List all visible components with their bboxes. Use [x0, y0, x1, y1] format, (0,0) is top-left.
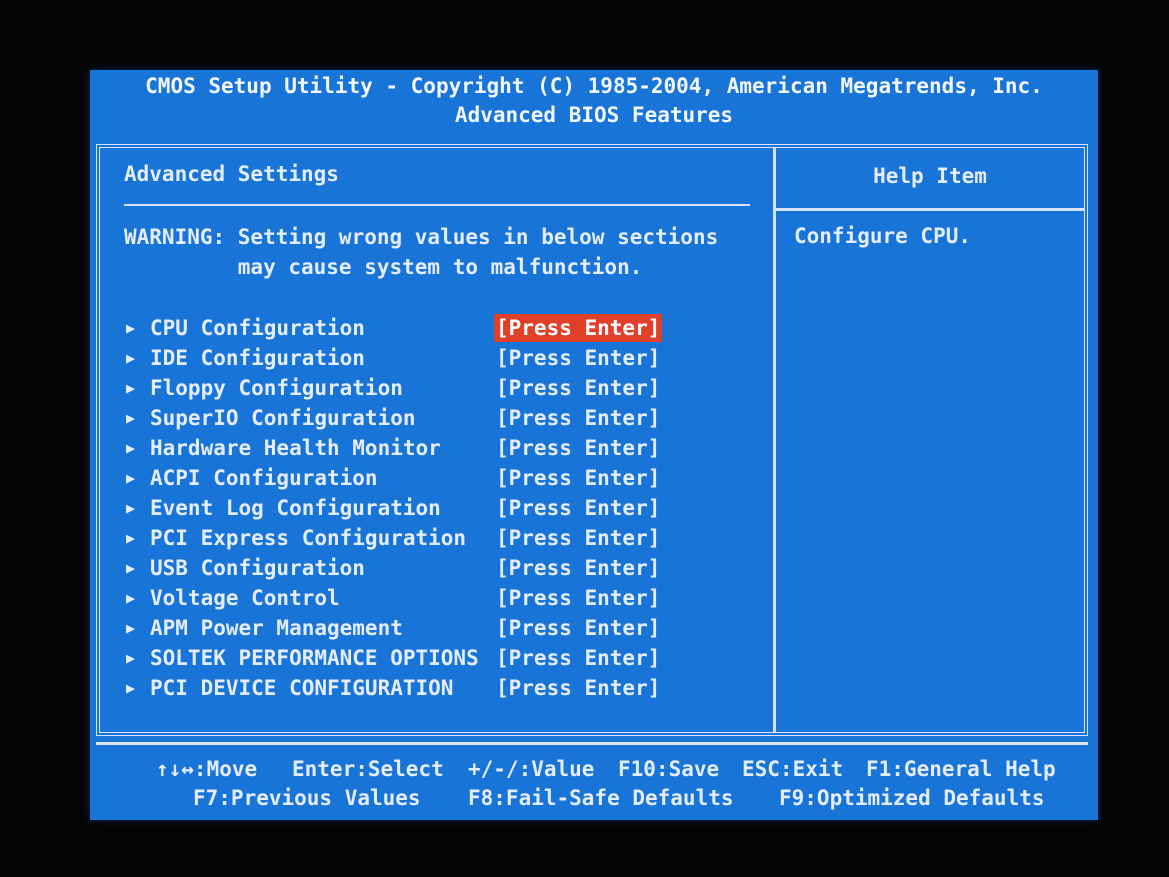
key-select: Enter:Select [292, 757, 444, 781]
press-enter-button[interactable]: [Press Enter] [494, 524, 662, 552]
press-enter-button[interactable]: [Press Enter] [494, 644, 662, 672]
key-failsafe-defaults: F8:Fail-Safe Defaults [468, 786, 734, 810]
submenu-item-label: USB Configuration [150, 556, 365, 580]
press-enter-button[interactable]: [Press Enter] [494, 614, 662, 642]
key-save: F10:Save [618, 757, 720, 781]
press-enter-button[interactable]: [Press Enter] [494, 404, 662, 432]
bios-screen: CMOS Setup Utility - Copyright (C) 1985-… [90, 70, 1098, 820]
section-divider [124, 204, 750, 206]
title-bar: CMOS Setup Utility - Copyright (C) 1985-… [90, 70, 1098, 130]
submenu-item[interactable]: ▶ Hardware Health Monitor [Press Enter] [124, 433, 744, 463]
submenu-arrow-icon: ▶ [126, 679, 136, 697]
submenu-item-label: IDE Configuration [150, 346, 365, 370]
section-title: Advanced Settings [124, 162, 339, 186]
help-divider [776, 208, 1084, 211]
press-enter-button[interactable]: [Press Enter] [494, 494, 662, 522]
submenu-item[interactable]: ▶ PCI Express Configuration [Press Enter] [124, 523, 744, 553]
submenu-item-label: Voltage Control [150, 586, 340, 610]
submenu-arrow-icon: ▶ [126, 439, 136, 457]
key-general-help: F1:General Help [866, 757, 1056, 781]
submenu-item[interactable]: ▶ PCI DEVICE CONFIGURATION [Press Enter] [124, 673, 744, 703]
submenu-arrow-icon: ▶ [126, 469, 136, 487]
help-text: Configure CPU. [794, 224, 972, 248]
submenu-item[interactable]: ▶ SOLTEK PERFORMANCE OPTIONS [Press Enter] [124, 643, 744, 673]
submenu-arrow-icon: ▶ [126, 649, 136, 667]
submenu-item[interactable]: ▶ CPU Configuration [Press Enter] [124, 313, 744, 343]
submenu-arrow-icon: ▶ [126, 349, 136, 367]
page-title: Advanced BIOS Features [454, 103, 734, 127]
submenu-item[interactable]: ▶ Voltage Control [Press Enter] [124, 583, 744, 613]
press-enter-button-selected[interactable]: [Press Enter] [494, 314, 663, 342]
submenu-arrow-icon: ▶ [126, 619, 136, 637]
press-enter-button[interactable]: [Press Enter] [494, 464, 662, 492]
key-value: +/-/:Value [468, 757, 595, 781]
submenu-item[interactable]: ▶ ACPI Configuration [Press Enter] [124, 463, 744, 493]
submenu-arrow-icon: ▶ [126, 409, 136, 427]
submenu-item-label: PCI Express Configuration [150, 526, 467, 550]
submenu-arrow-icon: ▶ [126, 379, 136, 397]
submenu-item[interactable]: ▶ IDE Configuration [Press Enter] [124, 343, 744, 373]
submenu-item[interactable]: ▶ Event Log Configuration [Press Enter] [124, 493, 744, 523]
submenu-arrow-icon: ▶ [126, 499, 136, 517]
key-exit: ESC:Exit [742, 757, 844, 781]
submenu-arrow-icon: ▶ [126, 589, 136, 607]
submenu-arrow-icon: ▶ [126, 529, 136, 547]
submenu-list: ▶ CPU Configuration [Press Enter] ▶ IDE Conf… [124, 313, 744, 703]
press-enter-button[interactable]: [Press Enter] [494, 434, 662, 462]
submenu-item[interactable]: ▶ Floppy Configuration [Press Enter] [124, 373, 744, 403]
press-enter-button[interactable]: [Press Enter] [494, 584, 662, 612]
settings-pane: Advanced Settings WARNING: Setting wrong… [100, 148, 776, 732]
key-legend: ↑↓↔:Move Enter:Select +/-/:Value F10:Sav… [96, 742, 1088, 814]
press-enter-button[interactable]: [Press Enter] [494, 554, 662, 582]
submenu-item-label: SuperIO Configuration [150, 406, 416, 430]
key-previous-values: F7:Previous Values [193, 786, 421, 810]
submenu-item-label: Floppy Configuration [150, 376, 403, 400]
submenu-item[interactable]: ▶ SuperIO Configuration [Press Enter] [124, 403, 744, 433]
submenu-arrow-icon: ▶ [126, 319, 136, 337]
key-move: ↑↓↔:Move [156, 757, 258, 781]
submenu-item[interactable]: ▶ APM Power Management [Press Enter] [124, 613, 744, 643]
submenu-item-label: PCI DEVICE CONFIGURATION [150, 676, 454, 700]
press-enter-button[interactable]: [Press Enter] [494, 374, 662, 402]
press-enter-button[interactable]: [Press Enter] [494, 674, 662, 702]
help-title: Help Item [873, 164, 987, 188]
submenu-item-label: APM Power Management [150, 616, 403, 640]
warning-text: WARNING: Setting wrong values in below s… [124, 222, 718, 282]
submenu-item[interactable]: ▶ USB Configuration [Press Enter] [124, 553, 744, 583]
warning-line-1: WARNING: Setting wrong values in below s… [124, 225, 719, 249]
submenu-item-label: CPU Configuration [150, 316, 365, 340]
settings-frame: Advanced Settings WARNING: Setting wrong… [96, 144, 1088, 736]
utility-title: CMOS Setup Utility - Copyright (C) 1985-… [145, 74, 1043, 98]
submenu-item-label: SOLTEK PERFORMANCE OPTIONS [150, 646, 479, 670]
submenu-item-label: Hardware Health Monitor [150, 436, 441, 460]
submenu-item-label: ACPI Configuration [150, 466, 378, 490]
key-optimized-defaults: F9:Optimized Defaults [779, 786, 1045, 810]
submenu-arrow-icon: ▶ [126, 559, 136, 577]
submenu-item-label: Event Log Configuration [150, 496, 441, 520]
press-enter-button[interactable]: [Press Enter] [494, 344, 662, 372]
help-pane: Help Item Configure CPU. [776, 148, 1084, 732]
warning-line-2: may cause system to malfunction. [124, 255, 643, 279]
